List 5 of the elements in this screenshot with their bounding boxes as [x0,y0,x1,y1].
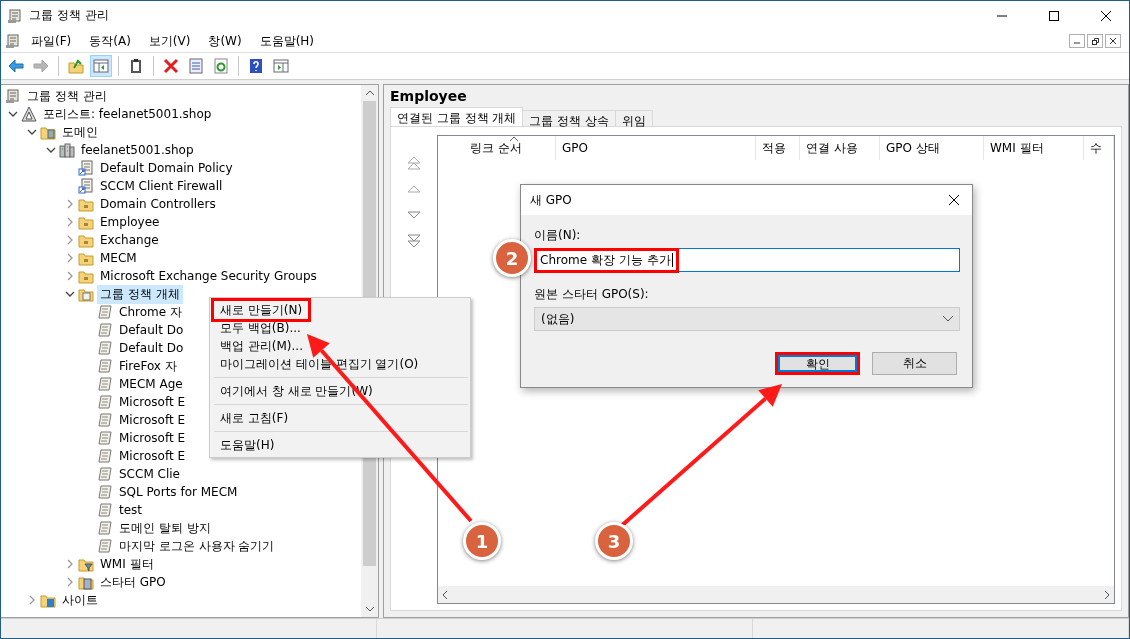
window-title: 그룹 정책 관리 [29,7,110,24]
field-label: 이름(N): [534,227,581,244]
pane-title: Employee [390,88,468,105]
dialog-title: 새 GPO [530,191,573,209]
field-label: 원본 스타터 GPO(S): [534,286,649,303]
